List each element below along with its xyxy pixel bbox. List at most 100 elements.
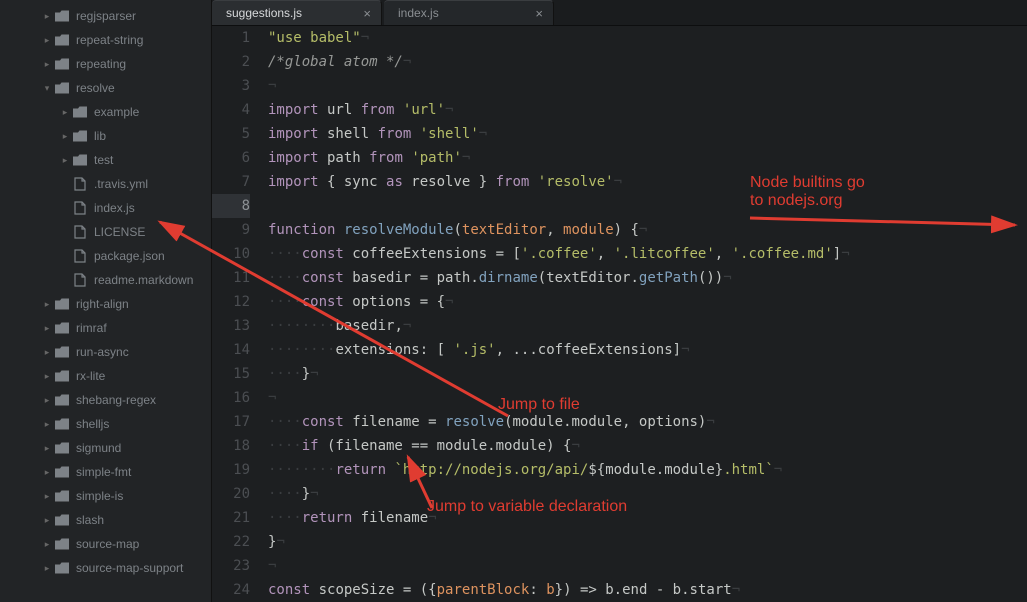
line-number[interactable]: 12 xyxy=(212,290,250,314)
code-line[interactable]: "use babel"¬ xyxy=(268,26,1027,50)
tree-folder[interactable]: ▸source-map-support xyxy=(0,556,211,580)
editor-tab[interactable]: suggestions.js× xyxy=(212,0,382,25)
code-area[interactable]: "use babel"¬/*global atom */¬¬import url… xyxy=(264,26,1027,602)
line-number[interactable]: 1 xyxy=(212,26,250,50)
file-tree[interactable]: ▸regjsparser▸repeat-string▸repeating▾res… xyxy=(0,0,212,602)
tree-disclosure-arrow[interactable]: ▸ xyxy=(42,59,52,70)
line-number[interactable]: 13 xyxy=(212,314,250,338)
line-number[interactable]: 16 xyxy=(212,386,250,410)
line-number[interactable]: 24 xyxy=(212,578,250,602)
line-number[interactable]: 23 xyxy=(212,554,250,578)
code-line[interactable]: import shell from 'shell'¬ xyxy=(268,122,1027,146)
line-number[interactable]: 11 xyxy=(212,266,250,290)
tree-disclosure-arrow[interactable]: ▸ xyxy=(42,419,52,430)
line-number[interactable]: 15 xyxy=(212,362,250,386)
tree-file[interactable]: readme.markdown xyxy=(0,268,211,292)
line-number[interactable]: 4 xyxy=(212,98,250,122)
code-line[interactable]: import url from 'url'¬ xyxy=(268,98,1027,122)
code-line[interactable]: ····}¬ xyxy=(268,482,1027,506)
code-line[interactable]: }¬ xyxy=(268,530,1027,554)
editor-tab[interactable]: index.js× xyxy=(384,0,554,25)
close-icon[interactable]: × xyxy=(535,6,543,21)
tree-disclosure-arrow[interactable]: ▸ xyxy=(42,299,52,310)
tree-folder[interactable]: ▸simple-is xyxy=(0,484,211,508)
line-number[interactable]: 17 xyxy=(212,410,250,434)
line-number[interactable]: 3 xyxy=(212,74,250,98)
code-line[interactable]: function resolveModule(textEditor, modul… xyxy=(268,218,1027,242)
tree-disclosure-arrow[interactable]: ▸ xyxy=(42,11,52,22)
tree-folder[interactable]: ▸lib xyxy=(0,124,211,148)
code-line[interactable]: ····const coffeeExtensions = ['.coffee',… xyxy=(268,242,1027,266)
tree-folder[interactable]: ▸rx-lite xyxy=(0,364,211,388)
tree-file[interactable]: LICENSE xyxy=(0,220,211,244)
tree-disclosure-arrow[interactable]: ▸ xyxy=(60,107,70,118)
tree-file[interactable]: package.json xyxy=(0,244,211,268)
close-icon[interactable]: × xyxy=(363,6,371,21)
line-number[interactable]: 10 xyxy=(212,242,250,266)
tree-folder[interactable]: ▾resolve xyxy=(0,76,211,100)
code-line[interactable]: ¬ xyxy=(268,554,1027,578)
line-number[interactable]: 19 xyxy=(212,458,250,482)
tree-folder[interactable]: ▸regjsparser xyxy=(0,4,211,28)
line-number[interactable]: 7 xyxy=(212,170,250,194)
tree-disclosure-arrow[interactable]: ▸ xyxy=(42,35,52,46)
tree-disclosure-arrow[interactable]: ▸ xyxy=(42,347,52,358)
tree-disclosure-arrow[interactable]: ▸ xyxy=(42,371,52,382)
tree-disclosure-arrow[interactable]: ▸ xyxy=(42,443,52,454)
tree-folder[interactable]: ▸slash xyxy=(0,508,211,532)
tree-disclosure-arrow[interactable]: ▸ xyxy=(42,323,52,334)
folder-icon xyxy=(54,441,70,455)
line-number[interactable]: 2 xyxy=(212,50,250,74)
tree-file[interactable]: .travis.yml xyxy=(0,172,211,196)
tree-disclosure-arrow[interactable]: ▾ xyxy=(42,83,52,94)
code-line[interactable]: ¬ xyxy=(268,74,1027,98)
code-line[interactable]: import path from 'path'¬ xyxy=(268,146,1027,170)
tree-folder[interactable]: ▸run-async xyxy=(0,340,211,364)
tree-folder[interactable]: ▸repeat-string xyxy=(0,28,211,52)
code-line[interactable]: ····const filename = resolve(module.modu… xyxy=(268,410,1027,434)
line-number[interactable]: 8 xyxy=(212,194,250,218)
code-line[interactable]: ¬ xyxy=(268,386,1027,410)
tree-disclosure-arrow[interactable]: ▸ xyxy=(60,131,70,142)
line-number[interactable]: 6 xyxy=(212,146,250,170)
tree-disclosure-arrow[interactable]: ▸ xyxy=(42,491,52,502)
tree-disclosure-arrow[interactable]: ▸ xyxy=(60,155,70,166)
tree-disclosure-arrow[interactable]: ▸ xyxy=(42,563,52,574)
code-line[interactable]: ····if (filename == module.module) {¬ xyxy=(268,434,1027,458)
tree-disclosure-arrow[interactable]: ▸ xyxy=(42,515,52,526)
line-number[interactable]: 21 xyxy=(212,506,250,530)
tree-disclosure-arrow[interactable]: ▸ xyxy=(42,539,52,550)
code-line[interactable]: ····return filename¬ xyxy=(268,506,1027,530)
tree-folder[interactable]: ▸simple-fmt xyxy=(0,460,211,484)
code-line[interactable]: /*global atom */¬ xyxy=(268,50,1027,74)
code-line[interactable]: ····const basedir = path.dirname(textEdi… xyxy=(268,266,1027,290)
line-number[interactable]: 22 xyxy=(212,530,250,554)
text-editor[interactable]: 123456789101112131415161718192021222324 … xyxy=(212,26,1027,602)
tree-folder[interactable]: ▸sigmund xyxy=(0,436,211,460)
code-line[interactable]: const scopeSize = ({parentBlock: b}) => … xyxy=(268,578,1027,602)
line-number[interactable]: 20 xyxy=(212,482,250,506)
line-number[interactable]: 5 xyxy=(212,122,250,146)
tree-folder[interactable]: ▸shebang-regex xyxy=(0,388,211,412)
tree-folder[interactable]: ▸example xyxy=(0,100,211,124)
tree-disclosure-arrow[interactable]: ▸ xyxy=(42,395,52,406)
code-line[interactable]: ········basedir,¬ xyxy=(268,314,1027,338)
tree-disclosure-arrow[interactable]: ▸ xyxy=(42,467,52,478)
tree-folder[interactable]: ▸shelljs xyxy=(0,412,211,436)
tree-folder[interactable]: ▸repeating xyxy=(0,52,211,76)
code-line[interactable]: ····}¬ xyxy=(268,362,1027,386)
code-line[interactable]: ····const options = {¬ xyxy=(268,290,1027,314)
code-line[interactable]: ········extensions: [ '.js', ...coffeeEx… xyxy=(268,338,1027,362)
code-line[interactable]: ········return `http://nodejs.org/api/${… xyxy=(268,458,1027,482)
tree-item-label: right-align xyxy=(76,297,129,311)
tree-folder[interactable]: ▸rimraf xyxy=(0,316,211,340)
tree-file[interactable]: index.js xyxy=(0,196,211,220)
line-number[interactable]: 9 xyxy=(212,218,250,242)
tree-folder[interactable]: ▸test xyxy=(0,148,211,172)
code-line[interactable] xyxy=(268,194,1027,218)
line-number[interactable]: 14 xyxy=(212,338,250,362)
line-number[interactable]: 18 xyxy=(212,434,250,458)
tree-folder[interactable]: ▸ right-align xyxy=(0,292,211,316)
tree-folder[interactable]: ▸source-map xyxy=(0,532,211,556)
code-line[interactable]: import { sync as resolve } from 'resolve… xyxy=(268,170,1027,194)
